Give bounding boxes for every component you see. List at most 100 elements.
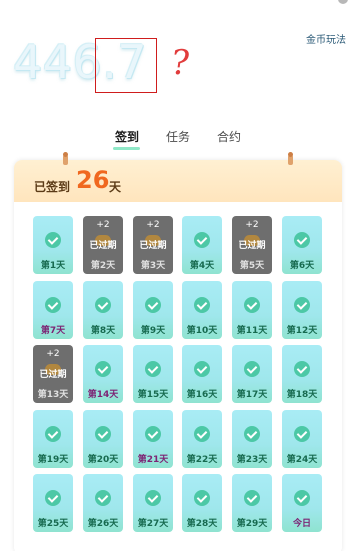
day-label: 第20天 — [87, 455, 119, 465]
day-label: 第27天 — [137, 519, 169, 529]
checkin-cell[interactable]: 第28天 — [182, 474, 222, 532]
day-label: 第14天 — [87, 390, 119, 400]
check-circle-icon — [145, 426, 161, 442]
check-circle-icon — [194, 490, 210, 506]
reward-amount: +2 — [146, 220, 160, 230]
checkin-cell[interactable]: 第14天 — [83, 345, 123, 403]
checkin-cell[interactable]: 第12天 — [282, 281, 322, 339]
checkin-cell[interactable]: 第22天 — [182, 410, 222, 468]
check-circle-icon — [244, 490, 260, 506]
day-label: 第9天 — [140, 326, 166, 336]
check-circle-icon — [45, 297, 61, 313]
signed-prefix: 已签到 — [34, 180, 71, 194]
check-circle-icon — [45, 426, 61, 442]
checkin-cell[interactable]: 第16天 — [182, 345, 222, 403]
day-label: 第6天 — [289, 261, 315, 271]
check-circle-icon — [244, 426, 260, 442]
checkin-cell[interactable]: 第20天 — [83, 410, 123, 468]
checkin-cell[interactable]: 第6天 — [282, 216, 322, 274]
expired-label: 已过期 — [39, 370, 67, 380]
day-label: 第15天 — [137, 390, 169, 400]
check-circle-icon — [294, 232, 310, 248]
day-label: 第10天 — [186, 326, 218, 336]
checkin-grid: 第1天 +2 已过期 第2天 +2 已过期 第3天 第4天 +2 已过期 第5天 第6天 第7天 第8天第… — [33, 216, 325, 536]
hanger-pin-icon — [63, 152, 68, 165]
checkin-cell-expired[interactable]: +2 已过期第3天 — [133, 216, 173, 274]
check-circle-icon — [294, 490, 310, 506]
checkin-cell[interactable]: 第29天 — [232, 474, 272, 532]
day-label: 今日 — [292, 519, 311, 529]
checkin-cell[interactable]: 第4天 — [182, 216, 222, 274]
day-label: 第5天 — [239, 261, 265, 271]
check-circle-icon — [244, 297, 260, 313]
check-circle-icon — [194, 361, 210, 377]
tab-checkin[interactable]: 签到 — [115, 128, 139, 145]
checkin-cell[interactable]: 第9天 — [133, 281, 173, 339]
checkin-cell[interactable]: 第15天 — [133, 345, 173, 403]
day-label: 第7天 — [40, 326, 66, 336]
reward-amount: +2 — [46, 349, 60, 359]
day-label: 第19天 — [37, 455, 69, 465]
reward-amount: +2 — [96, 220, 110, 230]
check-circle-icon — [194, 297, 210, 313]
checkin-cell[interactable]: 第25天 — [33, 474, 73, 532]
checkin-cell-expired[interactable]: +2 已过期第13天 — [33, 345, 73, 403]
day-label: 第17天 — [236, 390, 268, 400]
day-label: 第23天 — [236, 455, 268, 465]
checkin-cell[interactable]: 第27天 — [133, 474, 173, 532]
checkin-cell[interactable]: 第10天 — [182, 281, 222, 339]
signed-suffix: 天 — [109, 180, 122, 194]
day-label: 第28天 — [186, 519, 218, 529]
tab-bar: 签到 任务 合约 — [0, 128, 351, 152]
check-circle-icon — [194, 426, 210, 442]
check-circle-icon — [194, 232, 210, 248]
annotation-box — [95, 38, 157, 93]
checkin-cell[interactable]: 第17天 — [232, 345, 272, 403]
expired-label: 已过期 — [238, 241, 266, 251]
day-label: 第13天 — [37, 390, 69, 400]
checkin-cell[interactable]: 第19天 — [33, 410, 73, 468]
day-label: 第25天 — [37, 519, 69, 529]
check-circle-icon — [294, 426, 310, 442]
day-label: 第11天 — [236, 326, 268, 336]
day-label: 第8天 — [90, 326, 116, 336]
checkin-cell[interactable]: 第11天 — [232, 281, 272, 339]
day-label: 第22天 — [186, 455, 218, 465]
day-label: 第3天 — [140, 261, 166, 271]
checkin-cell-expired[interactable]: +2 已过期第2天 — [83, 216, 123, 274]
reward-amount: +2 — [245, 220, 259, 230]
day-label: 第12天 — [286, 326, 318, 336]
tab-contract[interactable]: 合约 — [217, 128, 241, 145]
check-circle-icon — [95, 361, 111, 377]
checkin-cell[interactable]: 第21天 — [133, 410, 173, 468]
checkin-cell[interactable]: 第1天 — [33, 216, 73, 274]
coin-rules-link[interactable]: 金币玩法 — [306, 31, 346, 46]
check-circle-icon — [95, 297, 111, 313]
day-label: 第29天 — [236, 519, 268, 529]
signed-days-count: 26 — [76, 166, 110, 194]
check-circle-icon — [45, 490, 61, 506]
expired-label: 已过期 — [89, 241, 117, 251]
check-circle-icon — [95, 426, 111, 442]
day-label: 第16天 — [186, 390, 218, 400]
day-label: 第2天 — [90, 261, 116, 271]
checkin-cell[interactable]: 第26天 — [83, 474, 123, 532]
check-circle-icon — [294, 361, 310, 377]
active-tab-indicator — [113, 147, 140, 150]
day-label: 第1天 — [40, 261, 66, 271]
check-circle-icon — [294, 297, 310, 313]
checkin-cell[interactable]: 第8天 — [83, 281, 123, 339]
day-label: 第4天 — [189, 261, 215, 271]
tab-tasks[interactable]: 任务 — [166, 128, 190, 145]
checkin-cell[interactable]: 第24天 — [282, 410, 322, 468]
expired-label: 已过期 — [139, 241, 167, 251]
check-circle-icon — [45, 232, 61, 248]
checkin-cell[interactable]: 第23天 — [232, 410, 272, 468]
checkin-cell-expired[interactable]: +2 已过期第5天 — [232, 216, 272, 274]
check-circle-icon — [145, 297, 161, 313]
checkin-cell[interactable]: 第18天 — [282, 345, 322, 403]
checkin-cell[interactable]: 第7天 — [33, 281, 73, 339]
checkin-cell[interactable]: 今日 — [282, 474, 322, 532]
check-circle-icon — [95, 490, 111, 506]
hanger-pin-icon — [288, 152, 293, 165]
